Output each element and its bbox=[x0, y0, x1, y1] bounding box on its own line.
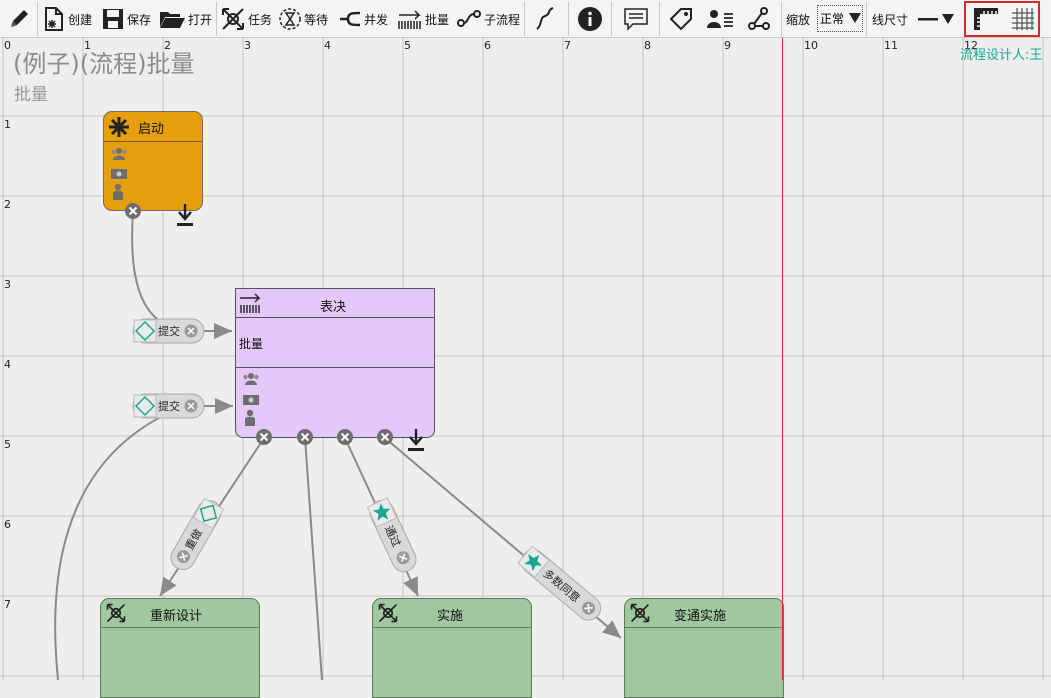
flow-canvas[interactable]: 0 1 2 3 4 5 6 7 8 9 10 11 12 1 2 3 4 5 6 7 (例子)(流程)批量 批量 流程… bbox=[0, 38, 1051, 698]
node-implement[interactable]: 实施 bbox=[372, 598, 532, 698]
subflow-button[interactable]: 子流程 bbox=[456, 3, 520, 35]
line-tool-button[interactable] bbox=[533, 3, 557, 35]
transition-submit-2[interactable]: 提交 bbox=[132, 393, 205, 419]
batch-icon bbox=[240, 293, 261, 313]
task-icon bbox=[630, 603, 650, 623]
node-alt-implement-title: 变通实施 bbox=[674, 609, 727, 624]
node-vote-body: 批量 bbox=[239, 337, 264, 351]
group-icon bbox=[111, 148, 127, 160]
separator bbox=[659, 2, 660, 36]
node-start[interactable]: 启动 bbox=[103, 111, 203, 226]
transition-pass[interactable]: 通过 bbox=[366, 496, 420, 575]
role-icon bbox=[243, 395, 259, 405]
user-list-icon bbox=[707, 10, 733, 28]
open-label: 打开 bbox=[188, 12, 213, 27]
zoom-value: 正常 bbox=[820, 12, 845, 26]
separator bbox=[866, 2, 867, 36]
fork-icon bbox=[340, 11, 361, 27]
save-label: 保存 bbox=[127, 12, 152, 27]
separator bbox=[611, 2, 612, 36]
wait-label: 等待 bbox=[304, 12, 329, 27]
node-alt-implement[interactable]: 变通实施 bbox=[624, 598, 784, 698]
comment-button[interactable] bbox=[623, 3, 649, 35]
batch-button[interactable]: 批量 bbox=[397, 3, 449, 35]
create-label: 创建 bbox=[68, 12, 93, 27]
user-icon bbox=[113, 183, 123, 200]
selection-highlight bbox=[964, 1, 1040, 37]
group-icon bbox=[243, 373, 259, 385]
folder-open-icon bbox=[160, 12, 185, 28]
role-icon bbox=[111, 169, 127, 179]
edit-button[interactable] bbox=[6, 3, 32, 35]
graph-button[interactable] bbox=[746, 3, 772, 35]
close-icon[interactable] bbox=[376, 428, 394, 446]
hourglass-icon bbox=[279, 8, 301, 30]
task-label: 任务 bbox=[248, 12, 273, 27]
parallel-label: 并发 bbox=[364, 12, 389, 27]
page-boundary-line bbox=[782, 38, 783, 680]
batch-label: 批量 bbox=[425, 12, 450, 27]
transition-redo[interactable]: 重做 bbox=[167, 496, 226, 574]
user-icon bbox=[245, 409, 255, 426]
close-icon[interactable] bbox=[336, 428, 354, 446]
line-size-label: 线尺寸 bbox=[872, 12, 909, 27]
close-icon[interactable] bbox=[296, 428, 314, 446]
node-implement-title: 实施 bbox=[437, 609, 464, 624]
info-button[interactable] bbox=[577, 3, 603, 35]
submit-1-label: 提交 bbox=[158, 324, 180, 338]
edge-vote-down[interactable] bbox=[304, 437, 323, 681]
save-button[interactable]: 保存 bbox=[101, 3, 151, 35]
tag-icon bbox=[669, 8, 692, 31]
toolbar: 创建 保存 打开 任务 等待 并发 批量 子流程 缩放 正常 线尺寸 bbox=[0, 0, 1051, 38]
tag-button[interactable] bbox=[668, 3, 694, 35]
asterisk-icon bbox=[109, 117, 129, 137]
download-icon bbox=[408, 429, 424, 451]
node-redesign-title: 重新设计 bbox=[150, 609, 203, 624]
task-button[interactable]: 任务 bbox=[220, 3, 272, 35]
parallel-button[interactable]: 并发 bbox=[338, 3, 388, 35]
curve-icon bbox=[536, 7, 554, 30]
chevron-down-icon bbox=[942, 14, 954, 24]
task-icon bbox=[106, 603, 126, 623]
chevron-down-icon[interactable] bbox=[849, 13, 861, 23]
close-icon[interactable] bbox=[124, 202, 142, 220]
line-size-select[interactable] bbox=[918, 3, 954, 35]
pencil-icon bbox=[11, 10, 28, 27]
new-file-icon bbox=[45, 7, 63, 31]
close-icon[interactable] bbox=[255, 428, 273, 446]
submit-2-label: 提交 bbox=[158, 399, 180, 413]
separator bbox=[216, 2, 217, 36]
create-button[interactable]: 创建 bbox=[42, 3, 92, 35]
subflow-icon bbox=[457, 10, 481, 27]
transition-submit-1[interactable]: 提交 bbox=[132, 318, 205, 344]
wait-button[interactable]: 等待 bbox=[278, 3, 328, 35]
batch-icon bbox=[398, 10, 421, 29]
separator bbox=[781, 2, 782, 36]
download-icon bbox=[177, 204, 193, 226]
line-width-icon bbox=[918, 18, 938, 21]
separator bbox=[37, 2, 38, 36]
task-icon bbox=[378, 603, 398, 623]
save-icon bbox=[103, 9, 123, 29]
node-redesign[interactable]: 重新设计 bbox=[100, 598, 260, 698]
node-vote-title: 表决 bbox=[320, 300, 347, 315]
comment-icon bbox=[624, 8, 648, 31]
roles-button[interactable] bbox=[706, 3, 734, 35]
zoom-label: 缩放 bbox=[786, 12, 811, 27]
subflow-label: 子流程 bbox=[484, 12, 521, 27]
open-button[interactable]: 打开 bbox=[158, 3, 212, 35]
separator bbox=[568, 2, 569, 36]
task-icon bbox=[222, 8, 244, 30]
edge-start-to-vote[interactable] bbox=[131, 209, 232, 339]
separator bbox=[524, 2, 525, 36]
graph-nodes-icon bbox=[748, 7, 770, 30]
info-icon bbox=[578, 7, 602, 31]
node-start-title: 启动 bbox=[138, 122, 165, 137]
node-vote[interactable]: 表决 批量 bbox=[235, 288, 435, 438]
